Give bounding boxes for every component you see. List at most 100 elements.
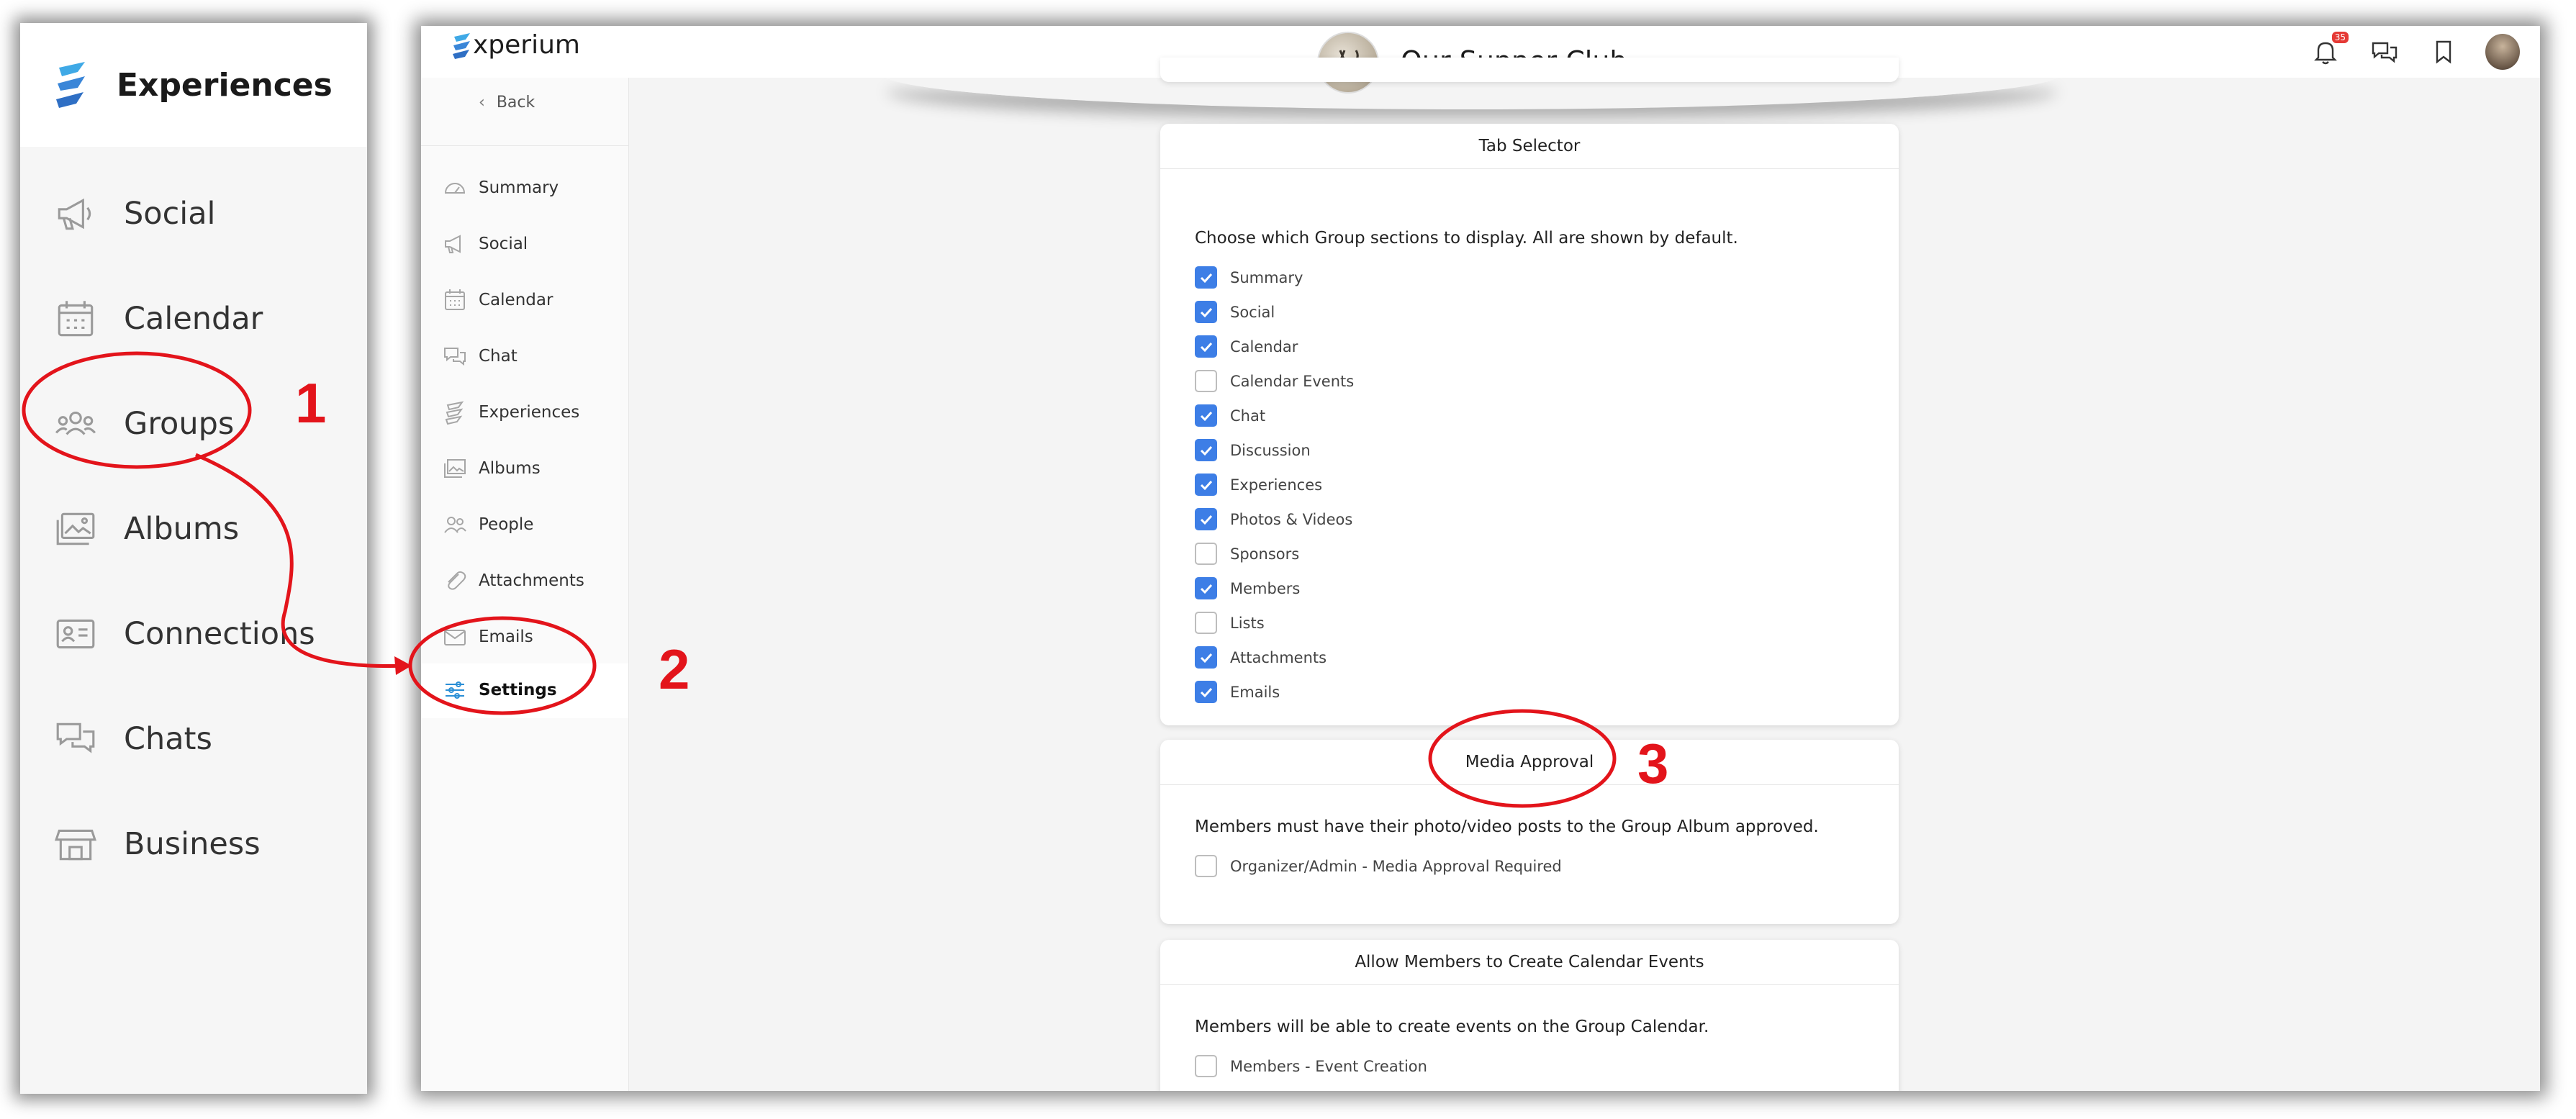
sidebar-item-label: Calendar [479, 291, 553, 309]
tab-option[interactable]: Calendar Events [1195, 370, 1354, 392]
sliders-icon [446, 681, 464, 699]
user-avatar [2485, 34, 2520, 70]
chats-button[interactable] [2367, 35, 2402, 69]
experium-logo-icon [453, 32, 470, 59]
sidebar-item-calendar[interactable]: Calendar [443, 288, 553, 312]
checkbox-unchecked[interactable] [1195, 370, 1217, 392]
tab-option[interactable]: Experiences [1195, 474, 1322, 496]
card-description: Choose which Group sections to display. … [1195, 229, 1738, 248]
store-icon [54, 829, 97, 861]
checkbox-label: Attachments [1230, 648, 1327, 666]
bookmark-icon [2436, 40, 2451, 64]
top-actions: 35 [2284, 32, 2520, 70]
checkbox-checked[interactable] [1195, 646, 1217, 669]
sidebar-item-label: Experiences [479, 403, 580, 422]
logo-text: xperium [473, 30, 580, 60]
sidebar-item-summary[interactable]: Summary [443, 176, 559, 200]
previous-card-edge [1160, 58, 1899, 82]
sidebar-item-chat[interactable]: Chat [443, 344, 518, 368]
sidebar-divider [421, 145, 628, 146]
media-approval-option[interactable]: Organizer/Admin - Media Approval Require… [1195, 855, 1562, 877]
paperclip-icon [448, 571, 466, 590]
checkbox-checked[interactable] [1195, 577, 1217, 599]
card-title: Tab Selector [1160, 124, 1899, 169]
tab-option[interactable]: Calendar [1195, 335, 1298, 358]
checkbox-checked[interactable] [1195, 335, 1217, 358]
checkbox-unchecked[interactable] [1195, 543, 1217, 565]
checkmark-icon [1200, 273, 1212, 283]
albums-icon [444, 459, 466, 478]
checkmark-icon [1200, 445, 1212, 456]
nav-item-connections[interactable]: Connections [52, 610, 315, 658]
sidebar-item-label: Attachments [479, 571, 584, 590]
nav-item-groups[interactable]: Groups [52, 400, 234, 448]
notifications-button[interactable]: 35 [2308, 32, 2349, 69]
nav-item-albums[interactable]: Albums [52, 505, 239, 553]
sidebar-item-people[interactable]: People [443, 512, 533, 537]
checkmark-icon [1200, 515, 1212, 525]
nav-item-label: Groups [124, 406, 235, 442]
checkbox-checked[interactable] [1195, 266, 1217, 289]
profile-button[interactable] [2485, 34, 2520, 70]
nav-item-label: Calendar [124, 301, 263, 337]
step-2-label: 2 [659, 638, 690, 701]
checkmark-icon [1200, 307, 1212, 317]
checkbox-checked[interactable] [1195, 439, 1217, 461]
tab-option[interactable]: Lists [1195, 612, 1265, 634]
zoomed-nav-panel: Experiences Social Calendar Groups Album… [20, 23, 367, 1094]
tab-option[interactable]: Members [1195, 577, 1300, 599]
nav-item-calendar[interactable]: Calendar [52, 295, 263, 343]
checkmark-icon [1200, 584, 1212, 594]
sidebar-item-label: Albums [479, 459, 541, 478]
event-creation-checkbox[interactable] [1195, 1055, 1217, 1077]
sidebar-item-label: Chat [479, 347, 518, 366]
checkmark-icon [1200, 480, 1212, 490]
sidebar-item-settings[interactable]: Settings [443, 678, 557, 702]
tab-option[interactable]: Chat [1195, 404, 1265, 427]
nav-item-business[interactable]: Business [52, 820, 261, 868]
checkbox-unchecked[interactable] [1195, 612, 1217, 634]
sidebar-item-social[interactable]: Social [443, 232, 528, 256]
checkbox-checked[interactable] [1195, 404, 1217, 427]
media-approval-checkbox[interactable] [1195, 855, 1217, 877]
tab-option[interactable]: Emails [1195, 681, 1280, 703]
nav-item-label: Social [124, 196, 216, 232]
bookmarks-button[interactable] [2426, 35, 2461, 69]
checkbox-checked[interactable] [1195, 474, 1217, 496]
chevron-left-icon: ‹ [479, 94, 485, 112]
sidebar-item-albums[interactable]: Albums [443, 456, 541, 481]
nav-item-chats[interactable]: Chats [52, 715, 212, 763]
checkbox-label: Organizer/Admin - Media Approval Require… [1230, 857, 1562, 875]
tab-option[interactable]: Summary [1195, 266, 1303, 289]
nav-header[interactable]: Experiences [20, 23, 367, 147]
tab-option[interactable]: Attachments [1195, 646, 1327, 669]
checkbox-checked[interactable] [1195, 508, 1217, 530]
albums-icon [56, 512, 95, 545]
app-logo[interactable]: xperium [451, 30, 580, 60]
sidebar-item-experiences[interactable]: Experiences [443, 400, 579, 425]
checkbox-label: Chat [1230, 407, 1266, 425]
event-creation-option[interactable]: Members - Event Creation [1195, 1055, 1427, 1077]
sidebar-item-emails[interactable]: Emails [443, 625, 533, 649]
chat-bubbles-icon [2372, 42, 2398, 63]
card-description: Members will be able to create events on… [1195, 1018, 1709, 1036]
nav-item-social[interactable]: Social [52, 190, 216, 237]
back-button[interactable]: ‹ Back [479, 94, 535, 112]
tab-option[interactable]: Discussion [1195, 439, 1311, 461]
people-icon [444, 517, 466, 533]
chat-bubbles-icon [56, 722, 95, 753]
checkbox-checked[interactable] [1195, 301, 1217, 323]
checkbox-checked[interactable] [1195, 681, 1217, 703]
sidebar-item-attachments[interactable]: Attachments [443, 568, 584, 593]
tab-option[interactable]: Social [1195, 301, 1275, 323]
tab-option[interactable]: Sponsors [1195, 543, 1299, 565]
calendar-icon [58, 301, 94, 337]
arrowhead-icon [394, 656, 412, 675]
checkmark-icon [1200, 653, 1212, 663]
step-3-label: 3 [1637, 732, 1669, 795]
nav-title: Experiences [117, 66, 333, 104]
tab-option[interactable]: Photos & Videos [1195, 508, 1352, 530]
checkbox-label: Summary [1230, 268, 1303, 286]
checkmark-icon [1200, 411, 1212, 421]
card-title: Allow Members to Create Calendar Events [1160, 940, 1899, 985]
